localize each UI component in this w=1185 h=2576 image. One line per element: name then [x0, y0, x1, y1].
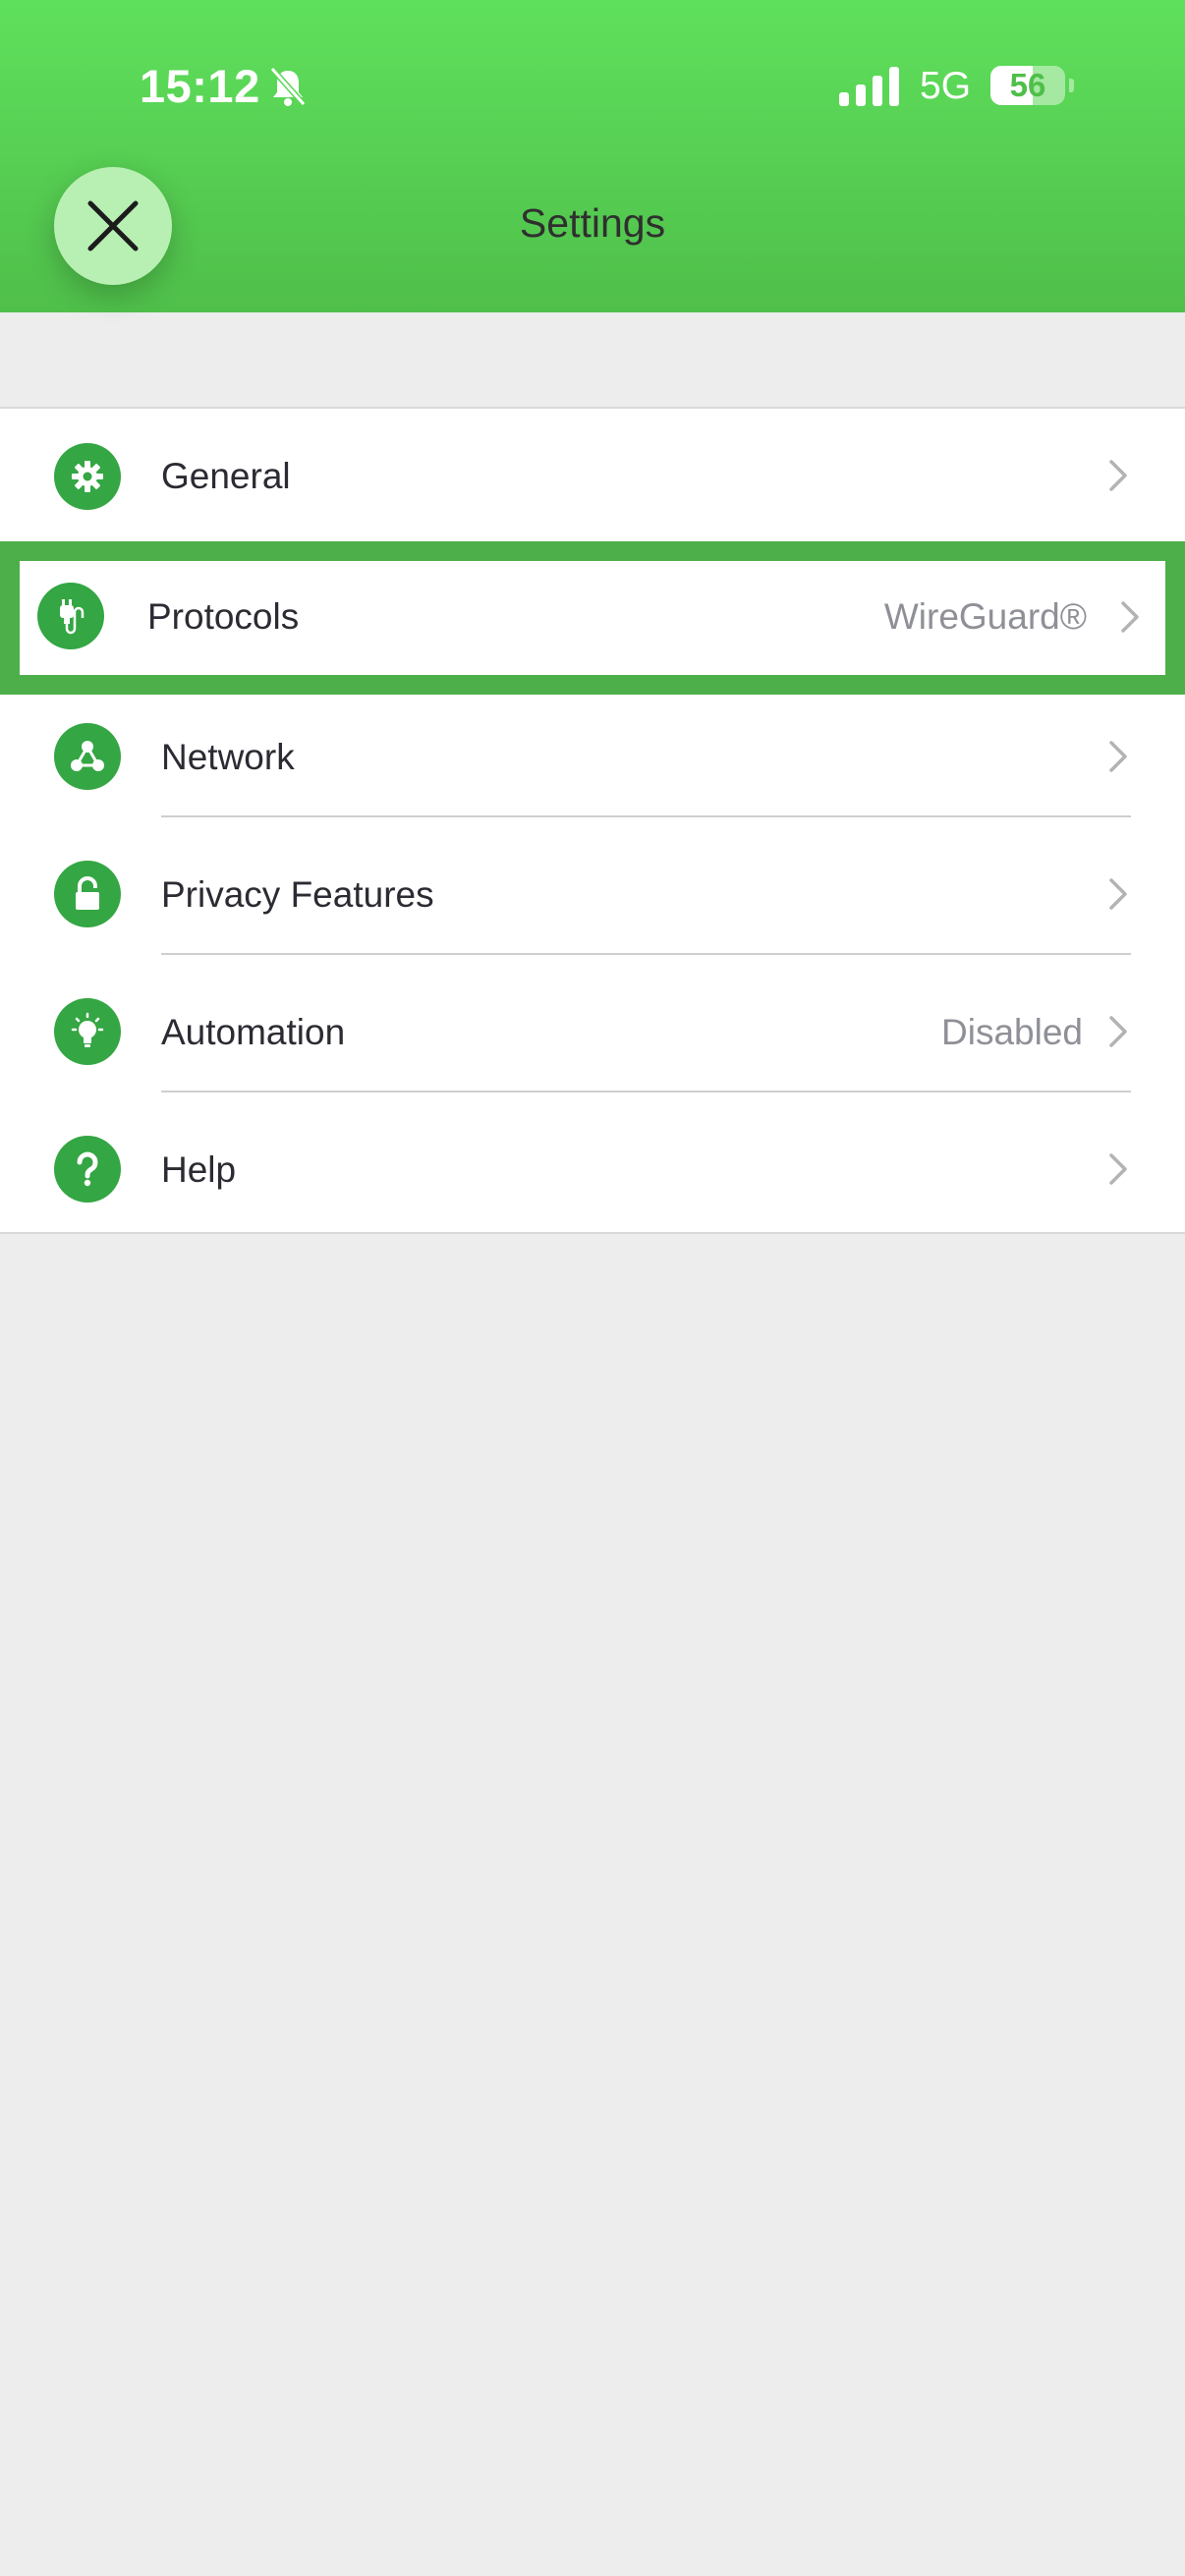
settings-item-network[interactable]: Network — [0, 698, 1185, 835]
general-label: General — [161, 456, 291, 496]
chevron-right-icon — [1121, 601, 1139, 633]
help-label: Help — [161, 1149, 237, 1190]
question-icon — [54, 1136, 121, 1203]
settings-item-general[interactable]: General — [0, 409, 1185, 541]
divider — [161, 1091, 1131, 1092]
status-time: 15:12 — [140, 60, 260, 112]
page-title: Settings — [519, 200, 666, 246]
network-type: 5G — [920, 65, 972, 107]
chevron-right-icon — [1109, 1153, 1127, 1185]
settings-item-privacy-features[interactable]: Privacy Features — [0, 835, 1185, 973]
protocols-highlight-frame: Protocols WireGuard® — [0, 541, 1185, 695]
automation-status: Disabled — [941, 1012, 1083, 1052]
settings-item-automation[interactable]: Automation Disabled — [0, 973, 1185, 1110]
battery-indicator: 56 — [990, 66, 1065, 105]
protocols-label: Protocols — [147, 596, 300, 637]
battery-tip — [1069, 79, 1074, 92]
privacy-features-label: Privacy Features — [161, 874, 434, 915]
chevron-right-icon — [1109, 741, 1127, 772]
lightbulb-icon — [54, 998, 121, 1065]
settings-item-protocols[interactable]: Protocols WireGuard® — [20, 561, 1165, 675]
signal-bars-icon — [839, 67, 899, 106]
header-bar: 15:12 5G 56 Settings — [0, 0, 1185, 312]
network-nodes-icon — [54, 723, 121, 790]
chevron-right-icon — [1109, 460, 1127, 491]
network-label: Network — [161, 737, 295, 777]
settings-list: General Network Privacy Features Automat… — [0, 407, 1185, 1234]
plug-icon — [37, 583, 104, 649]
divider — [161, 815, 1131, 817]
chevron-right-icon — [1109, 878, 1127, 910]
lock-icon — [54, 861, 121, 927]
automation-label: Automation — [161, 1012, 346, 1052]
protocols-value: WireGuard® — [883, 596, 1087, 637]
bell-slash-icon — [269, 67, 307, 106]
gear-icon — [54, 443, 121, 510]
battery-percent: 56 — [1009, 67, 1046, 103]
chevron-right-icon — [1109, 1016, 1127, 1047]
settings-item-help[interactable]: Help — [0, 1110, 1185, 1232]
divider — [161, 953, 1131, 955]
